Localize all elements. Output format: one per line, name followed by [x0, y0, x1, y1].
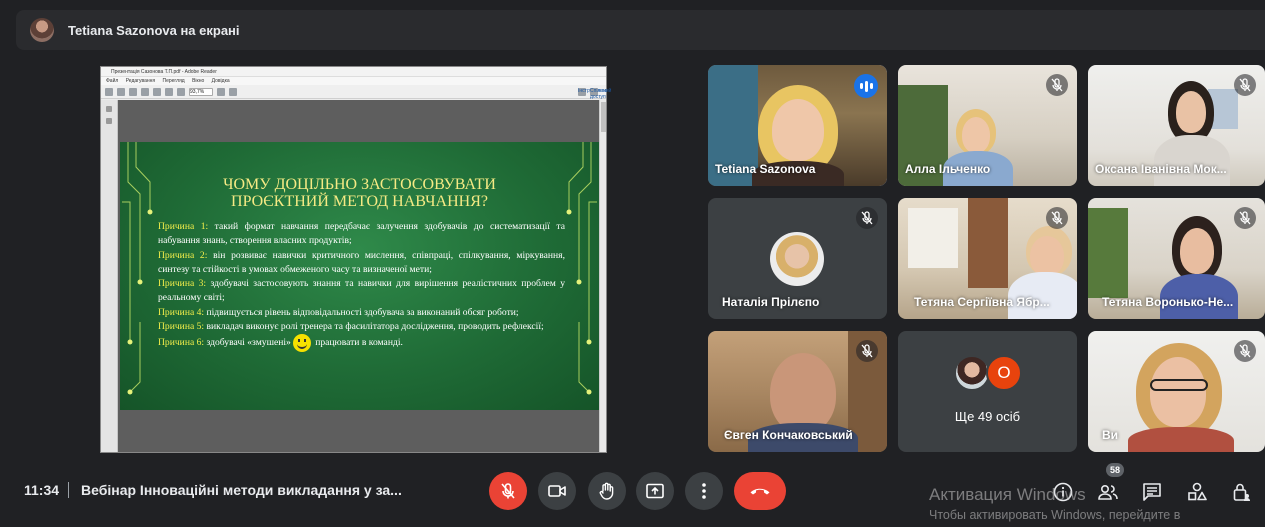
- print-icon: [117, 87, 125, 96]
- mic-off-icon: [1046, 207, 1068, 229]
- presentation-slide: ЧОМУ ДОЦІЛЬНО ЗАСТОСОВУВАТИ ПРОЄКТНИЙ МЕ…: [120, 142, 599, 410]
- present-screen-button[interactable]: [636, 472, 674, 510]
- slide-title: ЧОМУ ДОЦІЛЬНО ЗАСТОСОВУВАТИ ПРОЄКТНИЙ МЕ…: [120, 176, 599, 210]
- open-icon: [105, 87, 113, 96]
- chat-icon: [1143, 483, 1161, 501]
- slide-body: Причина 1: такий формат навчання передба…: [158, 220, 565, 353]
- pdf-menu-edit: Редагування: [125, 78, 156, 84]
- more-participants-tile[interactable]: О Ще 49 осіб: [898, 331, 1077, 452]
- more-participants-label: Ще 49 осіб: [954, 409, 1021, 424]
- participant-tile-natalia-prilepo[interactable]: Наталія Прілєпо: [708, 198, 887, 319]
- participant-name: Алла Ільченко: [905, 162, 991, 176]
- participant-tile-tetiana-sazonova[interactable]: Tetiana Sazonova: [708, 65, 887, 186]
- participant-name: Оксана Іванівна Мок...: [1095, 162, 1227, 176]
- reason-3: Причина 3: здобувачі застосовують знання…: [158, 278, 565, 304]
- participant-tile-tetiana-voronko[interactable]: Тетяна Воронько-Не...: [1088, 198, 1265, 319]
- pdf-menu-view: Перегляд: [162, 78, 185, 84]
- reason-4: Причина 4: підвищується рівень відповіда…: [158, 306, 519, 318]
- mic-off-icon: [1234, 207, 1256, 229]
- reason-2: Причина 2: він розвиває навички критично…: [158, 249, 565, 275]
- hang-up-icon: [750, 488, 770, 495]
- leave-call-button[interactable]: [734, 472, 786, 510]
- mic-off-icon: [1046, 74, 1068, 96]
- activities-button[interactable]: [1185, 480, 1209, 504]
- smiley-icon: [292, 334, 311, 353]
- participant-name: Тетяна Воронько-Не...: [1102, 295, 1234, 309]
- mic-off-icon: [856, 207, 878, 229]
- pdf-tools-link: Інструменти: [578, 87, 606, 96]
- comment-icon: [229, 87, 237, 96]
- chat-button[interactable]: [1140, 480, 1164, 504]
- pdf-menu-help: Довідка: [211, 78, 230, 84]
- show-everyone-button[interactable]: [1096, 480, 1120, 504]
- select-icon: [217, 87, 225, 96]
- participant-tile-tetiana-yabr[interactable]: Тетяна Сергіївна Ябр...: [898, 198, 1077, 319]
- participant-name: Ви: [1102, 428, 1119, 442]
- pages-icon: [106, 106, 112, 112]
- pdf-zoom-level: 93,7%: [189, 87, 213, 96]
- lock-person-icon: [1233, 483, 1250, 501]
- participants-count-badge: 58: [1106, 463, 1124, 477]
- present-icon: [646, 483, 664, 499]
- participant-avatar: [954, 355, 990, 391]
- mic-off-icon: [501, 483, 515, 499]
- pdf-window-title: Презентація Сазонова Т.П.pdf - Adobe Rea…: [101, 67, 606, 77]
- speaking-indicator-icon: [854, 74, 878, 98]
- mic-off-icon: [1234, 340, 1256, 362]
- slide-title-line1: ЧОМУ ДОЦІЛЬНО ЗАСТОСОВУВАТИ: [223, 176, 496, 193]
- windows-activation-hint: Чтобы активировать Windows, перейдите в: [929, 508, 1181, 522]
- video-camera-icon: [548, 485, 566, 497]
- email-icon: [129, 87, 137, 96]
- participant-name: Євген Кончаковський: [724, 428, 853, 442]
- page-up-icon: [141, 87, 149, 96]
- page-down-icon: [153, 87, 161, 96]
- more-vert-icon: [702, 483, 706, 499]
- hand-icon: [599, 482, 614, 500]
- raise-hand-button[interactable]: [588, 472, 626, 510]
- microphone-toggle-button[interactable]: [489, 472, 527, 510]
- windows-activation-watermark: Активация Windows: [929, 485, 1086, 504]
- people-icon: [1098, 484, 1118, 500]
- host-controls-button[interactable]: [1230, 480, 1254, 504]
- divider: [68, 482, 69, 498]
- slide-title-line2: ПРОЄКТНИЙ МЕТОД НАВЧАННЯ?: [231, 193, 488, 210]
- presenter-title: Tetiana Sazonova на екрані: [68, 22, 240, 38]
- participant-tile-yevhen-konchakovskyi[interactable]: Євген Кончаковський: [708, 331, 887, 452]
- more-options-button[interactable]: [685, 472, 723, 510]
- pdf-sidebar: [101, 100, 118, 452]
- pdf-menu-window: Вікно: [192, 78, 205, 84]
- participant-tile-alla-ilchenko[interactable]: Алла Ільченко: [898, 65, 1077, 186]
- participant-name: Наталія Прілєпо: [722, 295, 820, 309]
- participant-tile-oksana[interactable]: Оксана Іванівна Мок...: [1088, 65, 1265, 186]
- participant-tile-self[interactable]: Ви: [1088, 331, 1265, 452]
- reason-1: Причина 1: такий формат навчання передба…: [158, 221, 565, 247]
- zoom-in-icon: [177, 87, 185, 96]
- pdf-menu-bar: Файл Редагування Перегляд Вікно Довідка: [101, 77, 606, 85]
- mic-off-icon: [1234, 74, 1256, 96]
- participant-initial-avatar: О: [986, 355, 1022, 391]
- participant-name: Tetiana Sazonova: [715, 162, 816, 176]
- zoom-out-icon: [165, 87, 173, 96]
- pdf-scrollbar: [599, 100, 606, 452]
- reason-6: Причина 6: здобувачі «змушені» працювати…: [158, 334, 565, 353]
- shared-screen[interactable]: Презентація Сазонова Т.П.pdf - Adobe Rea…: [100, 66, 612, 453]
- camera-toggle-button[interactable]: [538, 472, 576, 510]
- attachments-icon: [106, 118, 112, 124]
- participant-name: Тетяна Сергіївна Ябр...: [914, 295, 1050, 309]
- pdf-menu-file: Файл: [106, 78, 119, 84]
- presenter-banner: Tetiana Sazonova на екрані: [16, 10, 1265, 50]
- pdf-toolbar: 93,7% Інструменти Спільний доступ: [101, 85, 612, 100]
- meeting-title: Вебінар Інноваційні методи викладання у …: [81, 482, 402, 498]
- pdf-share-link: Спільний доступ: [590, 87, 612, 100]
- mic-off-icon: [856, 340, 878, 362]
- presenter-avatar: [30, 18, 54, 42]
- reason-5: Причина 5: викладач виконує ролі тренера…: [158, 321, 544, 333]
- activities-icon: [1188, 482, 1207, 501]
- current-time: 11:34: [24, 482, 60, 498]
- participant-avatar: [770, 232, 824, 286]
